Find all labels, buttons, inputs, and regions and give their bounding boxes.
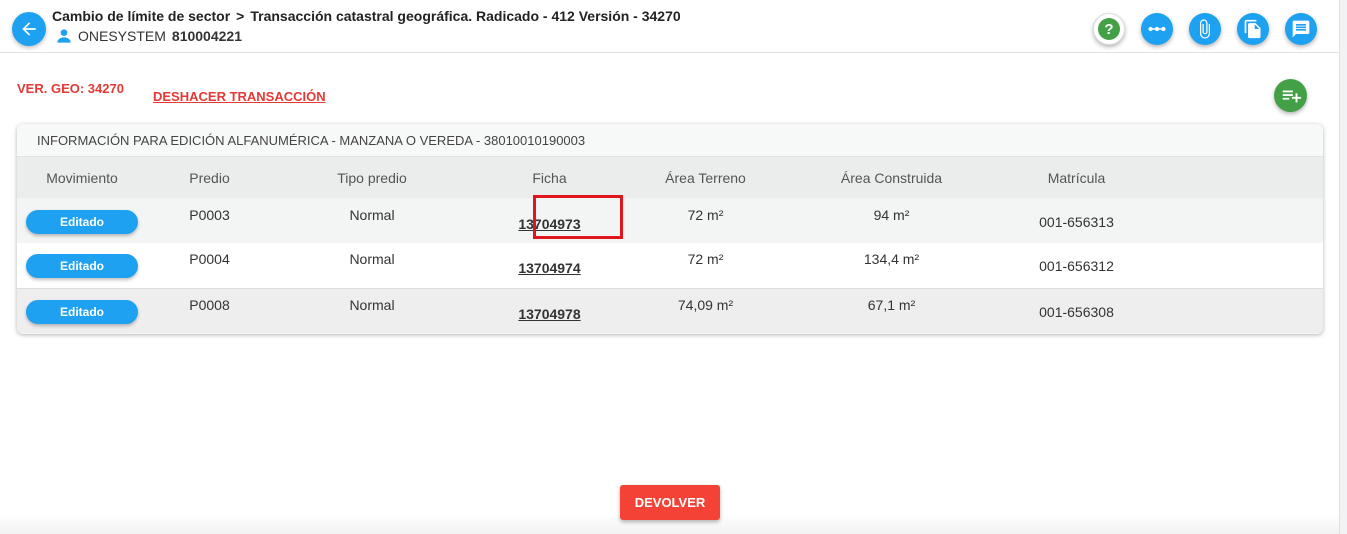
column-header-matricula: Matrícula: [1047, 169, 1106, 186]
add-to-list-button[interactable]: [1274, 79, 1307, 112]
movement-status-button[interactable]: Editado: [26, 254, 138, 279]
column-header-ficha: Ficha: [532, 169, 567, 186]
more-options-button[interactable]: [1141, 13, 1173, 45]
matricula-cell: 001-656312: [1039, 258, 1114, 275]
panel-title: INFORMACIÓN PARA EDICIÓN ALFANUMÉRICA - …: [17, 124, 1323, 157]
table-header-row: Movimiento Predio Tipo predio Ficha Área…: [17, 157, 1323, 198]
movement-status-button[interactable]: Editado: [26, 299, 138, 324]
area-construida-cell: 134,4 m²: [863, 251, 920, 268]
area-terreno-cell: 72 m²: [687, 206, 724, 223]
more-horizontal-icon: [1148, 26, 1166, 32]
column-header-area-construida: Área Construida: [840, 169, 943, 186]
help-icon: ?: [1098, 18, 1120, 40]
area-construida-cell: 94 m²: [873, 206, 910, 223]
breadcrumb-separator: >: [236, 8, 245, 24]
movement-status-button[interactable]: Editado: [26, 209, 138, 234]
area-terreno-cell: 74,09 m²: [677, 296, 734, 313]
predio-cell: P0008: [189, 296, 230, 313]
column-header-predio: Predio: [189, 169, 230, 186]
svg-text:?: ?: [1104, 21, 1113, 38]
table-row: Editado P0008 Normal 13704978 74,09 m² 6…: [17, 288, 1323, 333]
documents-icon: [1244, 19, 1261, 39]
tipo-predio-cell: Normal: [349, 206, 395, 223]
table-row: Editado P0004 Normal 13704974 72 m² 134,…: [17, 243, 1323, 288]
arrow-left-icon: [22, 22, 36, 36]
user-name: ONESYSTEM: [78, 28, 166, 44]
documents-button[interactable]: [1237, 13, 1269, 45]
matricula-cell: 001-656308: [1039, 303, 1114, 320]
devolver-button[interactable]: DEVOLVER: [620, 485, 720, 520]
table-row: Editado P0003 Normal 13704973 72 m² 94 m…: [17, 198, 1323, 243]
comment-icon: [1292, 20, 1310, 38]
user-id: 810004221: [171, 28, 242, 44]
area-construida-cell: 67,1 m²: [867, 296, 916, 313]
breadcrumb-item-current: Transacción catastral geográfica. Radica…: [250, 8, 681, 24]
breadcrumb-item[interactable]: Cambio de límite de sector: [52, 8, 230, 24]
playlist-add-icon: [1282, 90, 1301, 102]
right-scroll-gutter: [1339, 0, 1347, 534]
column-header-movimiento: Movimiento: [46, 169, 118, 186]
comments-button[interactable]: [1285, 13, 1317, 45]
user-icon: [57, 29, 71, 43]
tipo-predio-cell: Normal: [349, 251, 395, 268]
tipo-predio-cell: Normal: [349, 296, 395, 313]
alphanumeric-edit-panel: INFORMACIÓN PARA EDICIÓN ALFANUMÉRICA - …: [17, 124, 1323, 334]
user-info: ONESYSTEM 810004221: [56, 28, 242, 44]
breadcrumb: Cambio de límite de sector > Transacción…: [52, 8, 681, 24]
attachments-button[interactable]: [1189, 13, 1221, 45]
back-button[interactable]: [12, 12, 46, 46]
column-header-tipo-predio: Tipo predio: [337, 169, 407, 186]
ficha-highlight-box: [533, 195, 623, 239]
predio-cell: P0003: [189, 206, 230, 223]
header: Cambio de límite de sector > Transacción…: [0, 0, 1339, 53]
ficha-link[interactable]: 13704978: [518, 306, 580, 322]
toolbar: ?: [1093, 13, 1317, 45]
help-button[interactable]: ?: [1093, 13, 1125, 45]
geo-version-label: VER. GEO: 34270: [17, 81, 124, 96]
column-header-spacer: [1154, 157, 1323, 198]
undo-transaction-link[interactable]: DESHACER TRANSACCIÓN: [153, 89, 326, 104]
predio-cell: P0004: [189, 251, 230, 268]
matricula-cell: 001-656313: [1039, 213, 1114, 230]
ficha-link[interactable]: 13704974: [518, 260, 580, 276]
properties-table: Movimiento Predio Tipo predio Ficha Área…: [17, 157, 1323, 333]
attachment-icon: [1200, 19, 1210, 39]
column-header-area-terreno: Área Terreno: [665, 169, 746, 186]
area-terreno-cell: 72 m²: [687, 251, 724, 268]
